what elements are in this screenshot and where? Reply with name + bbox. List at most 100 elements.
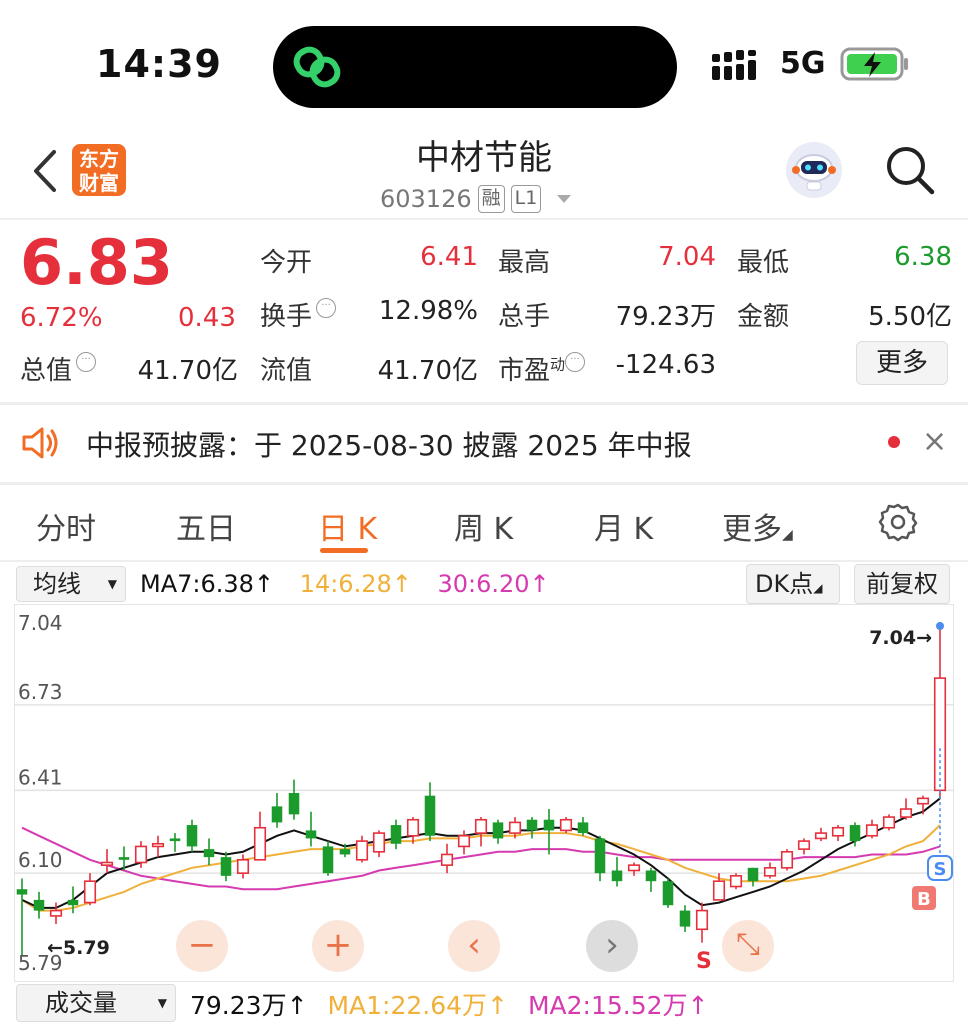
y-tick-label: 7.04 bbox=[18, 611, 63, 635]
candle-body bbox=[679, 910, 691, 927]
quote-divider bbox=[0, 402, 968, 405]
candle-body bbox=[203, 849, 215, 858]
gear-icon[interactable] bbox=[878, 502, 918, 542]
change-percent: 6.72% bbox=[20, 303, 103, 333]
next-button[interactable]: › bbox=[586, 920, 638, 972]
candle-body bbox=[457, 834, 471, 848]
volume-indicator-select[interactable]: 成交量 ▼ bbox=[16, 984, 176, 1022]
dynamic-island bbox=[273, 26, 677, 108]
candle-body bbox=[780, 850, 794, 869]
stock-code-row[interactable]: 603126 融 L1 bbox=[380, 183, 572, 215]
ma-legend: MA7:6.38↑ 14:6.28↑ 30:6.20↑ bbox=[140, 570, 550, 598]
candle-body bbox=[339, 849, 351, 855]
candle-body bbox=[169, 838, 181, 842]
candle-body bbox=[577, 822, 589, 834]
candle-body bbox=[831, 826, 845, 837]
candle-body bbox=[712, 880, 726, 901]
amount-value: 5.50亿 bbox=[868, 302, 952, 332]
candle-body bbox=[662, 881, 674, 906]
candle bbox=[882, 814, 896, 831]
pe-value: -124.63 bbox=[615, 350, 716, 380]
header-divider bbox=[0, 218, 968, 220]
candle-body bbox=[271, 806, 283, 823]
candle-body bbox=[186, 825, 198, 847]
amount-label: 金额 bbox=[737, 302, 790, 332]
zoom-in-button[interactable]: + bbox=[312, 920, 364, 972]
tabs-divider bbox=[0, 560, 968, 562]
candle-body bbox=[322, 846, 334, 874]
max-marker bbox=[936, 622, 944, 630]
candle-body bbox=[645, 870, 657, 882]
turnover-label: 换手 ··· bbox=[260, 296, 337, 333]
unread-dot bbox=[888, 436, 900, 448]
pe-label: 市盈动 ··· bbox=[498, 350, 586, 387]
battery-charging-icon bbox=[840, 47, 908, 81]
chevron-down-icon[interactable] bbox=[557, 195, 572, 203]
tab-monthly-k[interactable]: 月 K bbox=[594, 504, 653, 548]
ma7-value: MA7:6.38↑ bbox=[140, 570, 275, 598]
fullscreen-button[interactable]: ⤡ bbox=[722, 920, 774, 972]
candle-body bbox=[492, 822, 504, 839]
prev-button[interactable]: ‹ bbox=[448, 920, 500, 972]
candle-body bbox=[406, 818, 420, 837]
buy-signal: B bbox=[917, 889, 931, 910]
candle-body bbox=[695, 909, 709, 931]
candle-body bbox=[118, 857, 130, 860]
tab-daily-k[interactable]: 日 K bbox=[318, 504, 377, 548]
info-icon[interactable]: ··· bbox=[565, 352, 586, 372]
candle bbox=[780, 849, 794, 871]
candle-body bbox=[236, 859, 250, 874]
candle-body bbox=[849, 825, 861, 842]
candle-body bbox=[559, 818, 573, 832]
tab-more[interactable]: 更多◢ bbox=[722, 504, 793, 548]
search-icon[interactable] bbox=[884, 144, 936, 196]
network-type: 5G bbox=[780, 46, 826, 81]
adjust-button[interactable]: 前复权 bbox=[854, 564, 950, 604]
close-icon[interactable]: × bbox=[922, 424, 947, 459]
notice-text[interactable]: 中报预披露：于 2025-08-30 披露 2025 年中报 bbox=[86, 424, 692, 464]
tab-five-day[interactable]: 五日 bbox=[176, 504, 236, 548]
candle-body bbox=[16, 889, 28, 895]
candle-body bbox=[288, 793, 300, 815]
turnover-value: 12.98% bbox=[378, 296, 478, 326]
candle bbox=[662, 878, 674, 908]
candle-body bbox=[627, 864, 641, 872]
low-label: 最低 bbox=[737, 248, 790, 278]
dk-point-button[interactable]: DK点◢ bbox=[746, 564, 840, 604]
max-price-label: 7.04→ bbox=[869, 627, 932, 649]
candle-body bbox=[526, 819, 538, 831]
high-label: 最高 bbox=[498, 248, 551, 278]
candle-body bbox=[747, 867, 759, 882]
indicator-select[interactable]: 均线 ▼ bbox=[16, 566, 126, 602]
candle-body bbox=[49, 909, 63, 917]
candle-body bbox=[611, 870, 623, 882]
min-price-label: ←5.79 bbox=[47, 937, 110, 959]
candle-body bbox=[67, 899, 79, 906]
status-bar: 14:39 5G bbox=[0, 0, 968, 120]
more-button[interactable]: 更多 bbox=[856, 341, 948, 385]
info-icon[interactable]: ··· bbox=[316, 298, 337, 318]
candle-body bbox=[372, 832, 386, 853]
y-tick-label: 6.10 bbox=[18, 848, 63, 872]
tab-weekly-k[interactable]: 周 K bbox=[454, 504, 513, 548]
tab-intraday[interactable]: 分时 bbox=[36, 504, 96, 548]
ai-assistant-icon[interactable] bbox=[786, 142, 842, 198]
candle-body bbox=[253, 826, 267, 861]
candle bbox=[559, 817, 573, 834]
candle-body bbox=[440, 853, 454, 866]
margin-tag: 融 bbox=[477, 185, 505, 213]
info-icon[interactable]: ··· bbox=[76, 352, 97, 372]
candle-body bbox=[83, 880, 97, 904]
notice-divider bbox=[0, 482, 968, 485]
high-value: 7.04 bbox=[658, 242, 716, 272]
link-app-icon bbox=[293, 46, 341, 88]
signal-s-label: S bbox=[934, 859, 947, 880]
low-value: 6.38 bbox=[894, 242, 952, 272]
candle-body bbox=[797, 840, 811, 850]
sell-signal: S bbox=[696, 949, 712, 974]
chart-tabs: 分时 五日 日 K 周 K 月 K 更多◢ bbox=[0, 496, 968, 560]
candle-body bbox=[355, 840, 369, 861]
candle-body bbox=[100, 861, 114, 866]
zoom-out-button[interactable]: − bbox=[176, 920, 228, 972]
active-tab-indicator bbox=[320, 548, 368, 553]
